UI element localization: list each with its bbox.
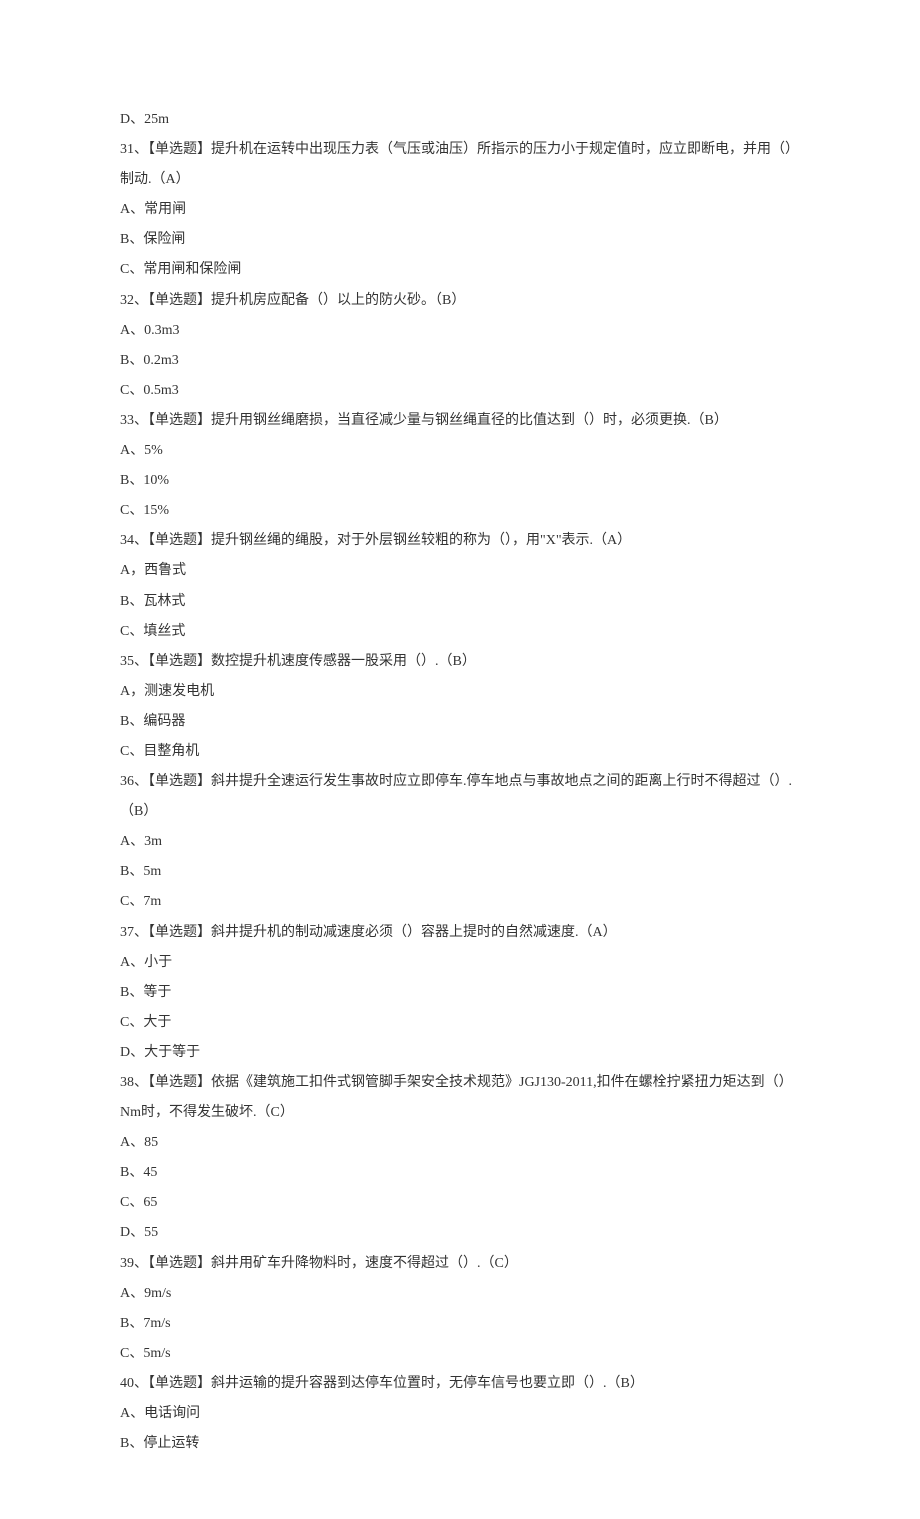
question-text: 40、【单选题】斜井运输的提升容器到达停车位置时，无停车信号也要立即（）.（B） [120, 1369, 800, 1399]
option-text: B、10% [120, 466, 800, 496]
option-text: B、7m/s [120, 1309, 800, 1339]
question-text: 33、【单选题】提升用钢丝绳磨损，当直径减少量与钢丝绳直径的比值达到（）时，必须… [120, 406, 800, 436]
option-text: C、65 [120, 1188, 800, 1218]
question-text: 32、【单选题】提升机房应配备（）以上的防火砂。（B） [120, 286, 800, 316]
option-text: A、0.3m3 [120, 316, 800, 346]
option-text: A，测速发电机 [120, 677, 800, 707]
option-text: B、5m [120, 857, 800, 887]
option-text: C、7m [120, 887, 800, 917]
option-text: C、0.5m3 [120, 376, 800, 406]
question-text: 36、【单选题】斜井提升全速运行发生事故时应立即停车.停车地点与事故地点之间的距… [120, 767, 800, 827]
option-text: B、0.2m3 [120, 346, 800, 376]
question-text: 37、【单选题】斜井提升机的制动减速度必须（）容器上提时的自然减速度.（A） [120, 918, 800, 948]
option-text: C、5m/s [120, 1339, 800, 1369]
question-text: 35、【单选题】数控提升机速度传感器一股采用（）.（B） [120, 647, 800, 677]
option-text: B、45 [120, 1158, 800, 1188]
option-text: A、5% [120, 436, 800, 466]
option-text: A、小于 [120, 948, 800, 978]
option-text: A，西鲁式 [120, 556, 800, 586]
option-text: B、编码器 [120, 707, 800, 737]
question-text: 39、【单选题】斜井用矿车升降物料时，速度不得超过（）.（C） [120, 1249, 800, 1279]
option-text: A、电话询问 [120, 1399, 800, 1429]
question-text: 34、【单选题】提升钢丝绳的绳股，对于外层钢丝较粗的称为（），用"X"表示.（A… [120, 526, 800, 556]
option-text: D、大于等于 [120, 1038, 800, 1068]
option-text: D、25m [120, 105, 800, 135]
option-text: B、停止运转 [120, 1429, 800, 1459]
option-text: A、3m [120, 827, 800, 857]
option-text: C、目整角机 [120, 737, 800, 767]
option-text: C、常用闸和保险闸 [120, 255, 800, 285]
option-text: A、85 [120, 1128, 800, 1158]
option-text: B、保险闸 [120, 225, 800, 255]
option-text: C、填丝式 [120, 617, 800, 647]
option-text: B、等于 [120, 978, 800, 1008]
option-text: A、常用闸 [120, 195, 800, 225]
option-text: A、9m/s [120, 1279, 800, 1309]
question-text: 38、【单选题】依据《建筑施工扣件式钢管脚手架安全技术规范》JGJ130-201… [120, 1068, 800, 1128]
option-text: C、大于 [120, 1008, 800, 1038]
question-text: 31、【单选题】提升机在运转中出现压力表（气压或油压）所指示的压力小于规定值时，… [120, 135, 800, 195]
option-text: D、55 [120, 1218, 800, 1248]
option-text: C、15% [120, 496, 800, 526]
option-text: B、瓦林式 [120, 587, 800, 617]
